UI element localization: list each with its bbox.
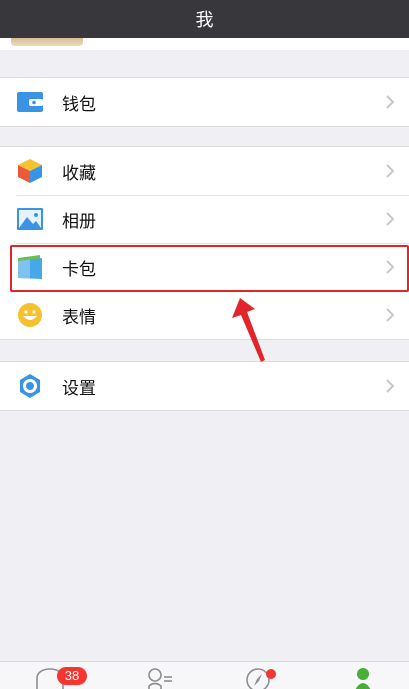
menu-group-settings: 设置 xyxy=(0,361,409,411)
album-photo-icon xyxy=(16,206,44,232)
chevron-right-icon xyxy=(386,164,395,178)
menu-item-label: 收藏 xyxy=(62,163,96,184)
menu-item-label: 钱包 xyxy=(62,94,96,115)
chevron-right-icon xyxy=(386,95,395,109)
menu-item-label: 设置 xyxy=(62,378,96,399)
menu-item-stickers[interactable]: 表情 xyxy=(0,291,409,339)
unread-badge: 38 xyxy=(57,667,87,685)
red-arrow-icon xyxy=(232,298,265,362)
menu-group-content: 收藏 相册 卡包 表情 xyxy=(0,146,409,340)
contacts-icon[interactable] xyxy=(145,666,175,689)
settings-gear-icon xyxy=(16,373,44,399)
nav-bar: 我 xyxy=(0,0,409,38)
menu-item-label: 表情 xyxy=(62,307,96,328)
page-title: 我 xyxy=(195,10,214,31)
menu-item-settings[interactable]: 设置 xyxy=(0,362,409,410)
menu-item-label: 相册 xyxy=(62,211,96,232)
menu-group-wallet: 钱包 xyxy=(0,77,409,127)
highlight-box xyxy=(10,245,409,292)
menu-item-favorites[interactable]: 收藏 xyxy=(0,147,409,195)
menu-item-album[interactable]: 相册 xyxy=(0,195,409,243)
chevron-right-icon xyxy=(386,308,395,322)
notification-dot xyxy=(266,669,276,679)
menu-item-wallet[interactable]: 钱包 xyxy=(0,78,409,126)
me-person-icon[interactable] xyxy=(351,666,375,689)
emoji-smile-icon xyxy=(16,302,44,328)
chevron-right-icon xyxy=(386,212,395,226)
favorites-cube-icon xyxy=(16,158,44,184)
chevron-right-icon xyxy=(386,379,395,393)
wallet-icon xyxy=(16,89,44,115)
